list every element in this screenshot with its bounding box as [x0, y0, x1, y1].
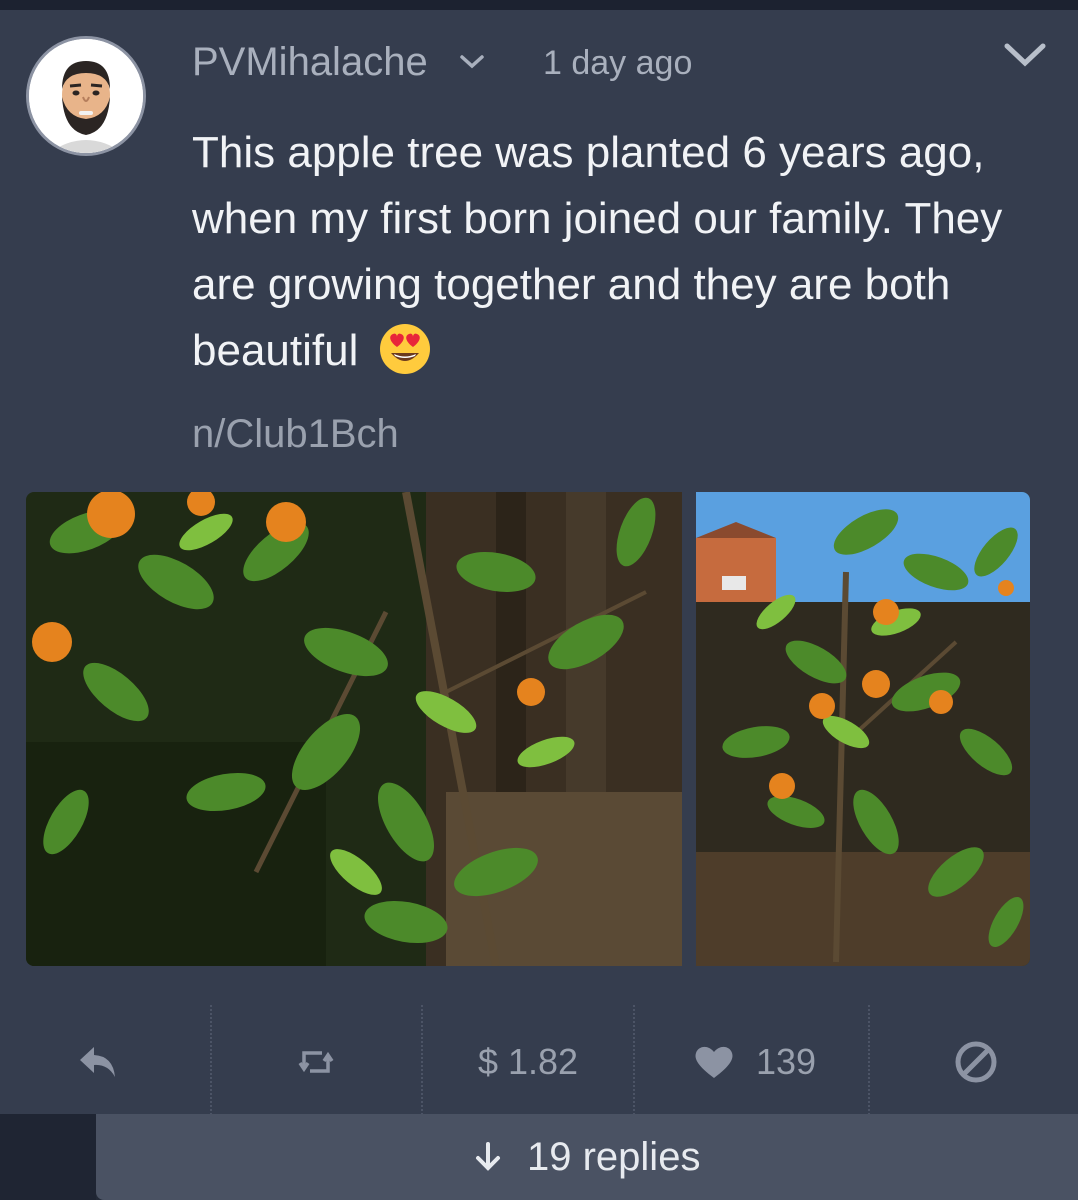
post-image-2[interactable]: [696, 492, 1030, 966]
avatar-illustration: [29, 39, 143, 153]
timestamp: 1 day ago: [543, 44, 693, 82]
block-button[interactable]: [936, 1030, 1016, 1094]
replies-bar-left: [0, 1114, 96, 1200]
post-body: This apple tree was planted 6 years ago,…: [192, 128, 1003, 375]
apple-tree-full-photo: [696, 492, 1030, 966]
block-icon: [955, 1041, 997, 1083]
post-menu-chevron-icon[interactable]: [1002, 38, 1048, 70]
repost-icon: [298, 1051, 334, 1073]
replies-label-group[interactable]: 19 replies: [475, 1135, 700, 1179]
username[interactable]: PVMihalache: [192, 40, 428, 85]
reply-button[interactable]: [60, 1030, 136, 1094]
heart-icon: [695, 1046, 733, 1078]
action-divider: [868, 1005, 870, 1115]
repost-button[interactable]: [278, 1030, 354, 1094]
like-count: 139: [755, 1041, 817, 1082]
action-divider: [210, 1005, 212, 1115]
top-strip: [0, 0, 1078, 10]
post-text: This apple tree was planted 6 years ago,…: [192, 120, 1052, 394]
reply-icon: [80, 1047, 115, 1077]
heart-eyes-emoji-icon: [379, 323, 431, 394]
post-image-1[interactable]: [26, 492, 682, 966]
earnings-amount: $ 1.82: [477, 1041, 579, 1082]
arrow-down-icon: [476, 1142, 500, 1171]
community-link[interactable]: n/Club1Bch: [192, 412, 399, 457]
action-divider: [633, 1005, 635, 1115]
replies-count: 19 replies: [527, 1134, 701, 1179]
action-divider: [421, 1005, 423, 1115]
like-button[interactable]: 139: [680, 1030, 830, 1094]
avatar[interactable]: [26, 36, 146, 156]
apple-tree-closeup-photo: [26, 492, 682, 966]
earnings-button[interactable]: $ 1.82: [440, 1030, 616, 1094]
chevron-down-icon[interactable]: [458, 52, 486, 72]
